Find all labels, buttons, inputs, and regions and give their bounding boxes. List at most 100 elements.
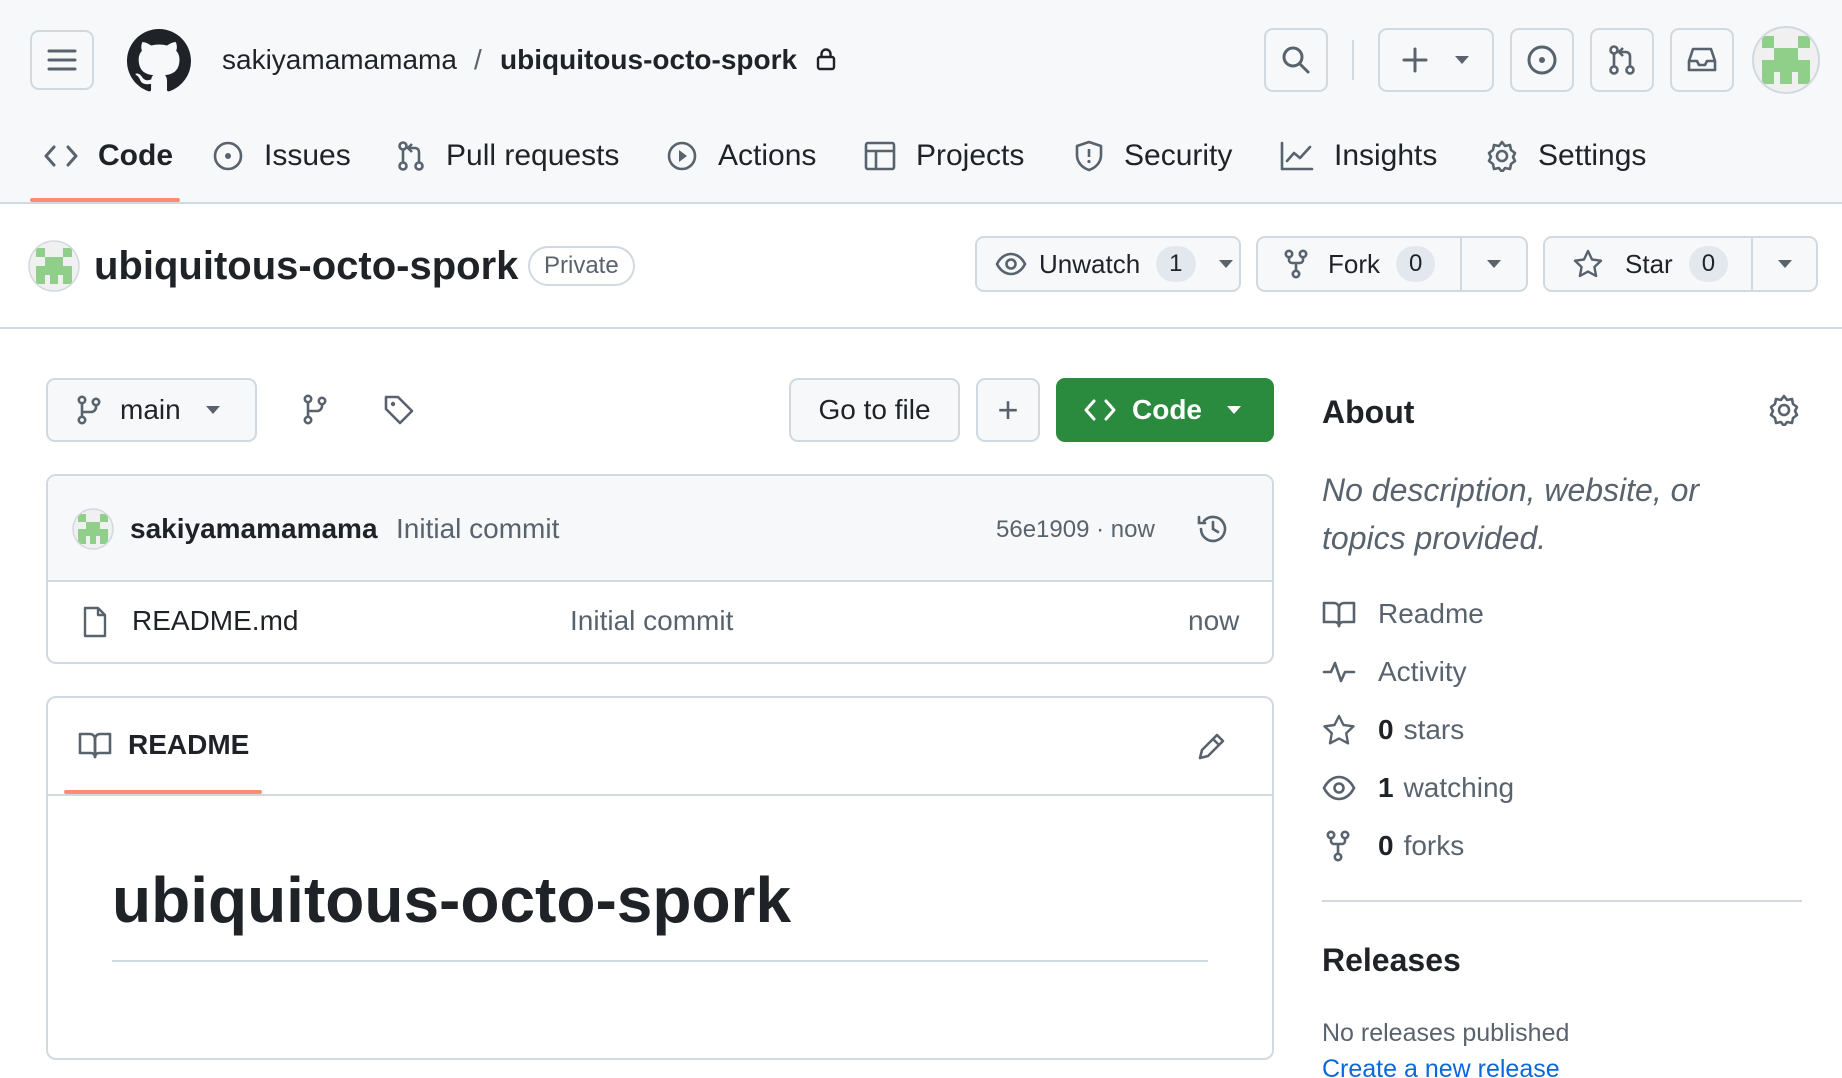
visibility-badge: Private — [528, 246, 635, 286]
create-release-link[interactable]: Create a new release — [1322, 1054, 1560, 1078]
activity-link[interactable]: Activity — [1322, 650, 1467, 694]
branch-selector[interactable]: main — [46, 378, 257, 442]
tab-pull-requests[interactable]: Pull requests — [396, 130, 619, 182]
readme-link-label: Readme — [1378, 598, 1484, 629]
readme-link[interactable]: Readme — [1322, 592, 1484, 636]
tab-security[interactable]: Security — [1074, 130, 1232, 182]
tab-label: Code — [98, 139, 173, 172]
tab-label: Actions — [718, 139, 817, 172]
watching-link[interactable]: 1 watching — [1322, 766, 1514, 810]
repo-title[interactable]: ubiquitous-octo-spork — [94, 242, 518, 290]
pencil-icon[interactable] — [1196, 730, 1228, 762]
repo-owner-avatar[interactable] — [28, 240, 80, 292]
unwatch-button[interactable]: Unwatch 1 — [975, 236, 1241, 292]
commit-hash-time[interactable]: 56e1909 · now — [996, 515, 1155, 545]
about-description: No description, website, or topics provi… — [1322, 472, 1700, 556]
fork-button[interactable]: Fork 0 — [1256, 236, 1528, 292]
unwatch-label: Unwatch — [1039, 248, 1141, 279]
issues-button[interactable] — [1510, 28, 1574, 92]
app-header: sakiyamamamama / ubiquitous-octo-spork C… — [0, 0, 1842, 204]
issue-icon — [1527, 45, 1557, 75]
caret-down-icon[interactable] — [1777, 259, 1793, 269]
commit-author[interactable]: sakiyamamamama — [130, 512, 378, 546]
menu-icon — [47, 49, 77, 71]
inbox-icon — [1687, 47, 1717, 72]
releases-title[interactable]: Releases — [1322, 940, 1461, 980]
divider — [0, 327, 1842, 329]
pull-request-icon — [398, 141, 424, 171]
file-list: sakiyamamamama Initial commit 56e1909 · … — [46, 474, 1274, 664]
gear-icon — [1487, 140, 1517, 172]
tab-insights[interactable]: Insights — [1280, 130, 1437, 182]
caret-down-icon — [205, 406, 220, 414]
create-new-button[interactable] — [1378, 28, 1494, 92]
fork-count: 0 — [1396, 246, 1436, 282]
watching-count: 1 — [1378, 772, 1394, 803]
tag-icon[interactable] — [383, 394, 415, 426]
about-title: About — [1322, 394, 1415, 430]
commit-message[interactable]: Initial commit — [396, 512, 559, 546]
divider — [1460, 238, 1462, 290]
gear-icon[interactable] — [1768, 394, 1800, 426]
tab-label: Security — [1124, 139, 1233, 172]
star-button[interactable]: Star 0 — [1543, 236, 1818, 292]
pull-requests-button[interactable] — [1590, 28, 1654, 92]
tab-label: Projects — [916, 139, 1025, 172]
divider — [112, 960, 1208, 962]
fork-label: Fork — [1328, 248, 1380, 279]
play-icon — [667, 141, 697, 171]
caret-down-icon[interactable] — [1486, 259, 1502, 269]
caret-down-icon — [1227, 406, 1241, 414]
file-commit-message[interactable]: Initial commit — [570, 604, 733, 638]
branches-icon[interactable] — [302, 394, 328, 426]
history-icon[interactable] — [1196, 512, 1230, 546]
divider — [1352, 40, 1354, 80]
owner-link[interactable]: sakiyamamamama — [222, 40, 457, 80]
tab-code[interactable]: Code — [44, 130, 173, 182]
file-time: now — [1188, 605, 1240, 636]
tab-label: Issues — [264, 139, 351, 172]
plus-icon — [1402, 47, 1428, 73]
file-name[interactable]: README.md — [132, 604, 298, 638]
code-dropdown-button[interactable]: Code — [1056, 378, 1274, 442]
tab-issues[interactable]: Issues — [212, 130, 351, 182]
go-to-file-button[interactable]: Go to file — [789, 378, 960, 442]
caret-down-icon — [1218, 260, 1233, 268]
search-button[interactable] — [1264, 28, 1328, 92]
eye-icon — [995, 252, 1027, 276]
code-icon — [44, 145, 78, 167]
add-file-button[interactable]: + — [976, 378, 1040, 442]
activity-link-label: Activity — [1378, 656, 1467, 687]
commit-author-avatar[interactable] — [72, 508, 114, 550]
star-icon — [1573, 249, 1603, 278]
watching-label: watching — [1403, 772, 1515, 803]
watch-count: 1 — [1156, 246, 1196, 282]
pull-request-icon — [1609, 45, 1635, 75]
book-icon — [78, 732, 112, 759]
readme-heading: ubiquitous-octo-spork — [112, 864, 792, 936]
tab-settings[interactable]: Settings — [1486, 130, 1646, 182]
shield-icon — [1075, 140, 1103, 172]
search-icon — [1282, 46, 1310, 74]
star-icon — [1323, 714, 1355, 745]
github-logo-icon[interactable] — [127, 29, 191, 93]
stars-count: 0 — [1378, 714, 1394, 745]
latest-commit-bar: sakiyamamamama Initial commit 56e1909 · … — [48, 476, 1272, 582]
menu-button[interactable] — [30, 30, 94, 90]
stars-link[interactable]: 0 stars — [1322, 708, 1464, 752]
table-row[interactable]: README.md Initial commit now — [48, 582, 1272, 662]
repo-link[interactable]: ubiquitous-octo-spork — [500, 40, 797, 80]
inbox-button[interactable] — [1670, 28, 1734, 92]
forks-link[interactable]: 0 forks — [1322, 824, 1464, 868]
fork-icon — [1284, 249, 1308, 279]
divider — [1751, 238, 1753, 290]
releases-empty-text: No releases published — [1322, 1019, 1570, 1047]
table-icon — [864, 141, 896, 171]
code-icon — [1084, 399, 1116, 421]
readme-tab[interactable]: README — [128, 728, 249, 762]
stars-label: stars — [1403, 714, 1465, 745]
tab-actions[interactable]: Actions — [666, 130, 816, 182]
avatar[interactable] — [1752, 26, 1820, 94]
tab-projects[interactable]: Projects — [864, 130, 1024, 182]
star-label: Star — [1625, 248, 1673, 279]
